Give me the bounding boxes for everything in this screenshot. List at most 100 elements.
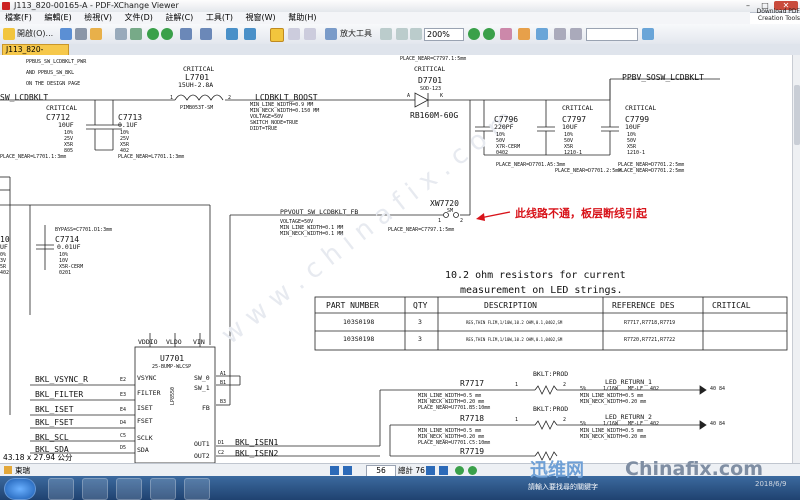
save-icon[interactable] — [60, 28, 72, 40]
pencil-icon[interactable] — [554, 28, 566, 40]
menu-edit[interactable]: 編輯(E) — [39, 12, 76, 24]
u7701-num-d5: D5 — [120, 445, 127, 451]
d7701-package: SOD-123 — [420, 86, 442, 92]
print-icon[interactable] — [75, 28, 87, 40]
pdf-page[interactable]: w w w . c h i n a f i x . c o m PPBUS_SW… — [0, 55, 792, 463]
fit-page-icon[interactable] — [396, 28, 408, 40]
actual-size-icon[interactable] — [380, 28, 392, 40]
r7718-prod: BKLT:PROD — [533, 405, 569, 413]
u7701-ref: U7701 — [160, 354, 185, 363]
u7701-pin-sclk: SCLK — [137, 434, 153, 442]
c-left-spec-4: 402 — [0, 270, 10, 276]
r7717-pin1: 1 — [515, 382, 519, 388]
u7701-package: 25-BUMP-WLCSP — [152, 364, 192, 370]
table-row-1-part: 103S0198 — [343, 318, 375, 326]
last-page-icon[interactable] — [439, 466, 448, 475]
c7797-spec-4: 1210-1 — [564, 150, 583, 156]
scan-icon[interactable] — [115, 28, 127, 40]
r7718-spec-1: 5% — [580, 421, 587, 427]
c7712-value: 10UF — [58, 121, 74, 129]
next-page-icon[interactable] — [426, 466, 435, 475]
place-near-l-left: PLACE_NEAR=L7701.1:3mm — [0, 154, 67, 160]
history-forward-icon[interactable] — [468, 466, 477, 475]
search-icon[interactable] — [642, 28, 654, 40]
menu-bar: 檔案(F) 編輯(E) 檢視(V) 文件(D) 註解(C) 工具(T) 視窗(W… — [0, 12, 750, 24]
stamp-icon[interactable] — [570, 28, 582, 40]
select-text-icon[interactable] — [288, 28, 300, 40]
table-row-1-qty: 3 — [418, 318, 422, 326]
xw7720-pin1: 1 — [438, 218, 442, 224]
watermark-en: Chinafix.com — [625, 458, 764, 480]
email-icon[interactable] — [90, 28, 102, 40]
d7701-value: RB160M-60G — [410, 111, 459, 120]
u7701-pin-fset: FSET — [137, 417, 153, 425]
rotate-icon[interactable] — [226, 28, 238, 40]
redo-icon[interactable] — [200, 28, 212, 40]
r7718-pin1: 1 — [515, 417, 519, 423]
search-input[interactable] — [586, 28, 638, 41]
menu-file[interactable]: 檔案(F) — [0, 12, 37, 24]
u7701-pin-vin: VIN — [193, 338, 205, 346]
bookmark-icon[interactable] — [4, 466, 12, 474]
r7718-spec-2: 1/16W — [603, 421, 619, 427]
vertical-scrollbar[interactable] — [792, 55, 800, 463]
link-icon[interactable] — [536, 28, 548, 40]
menu-tools[interactable]: 工具(T) — [201, 12, 238, 24]
zoom-select[interactable]: 200% — [424, 28, 464, 41]
toolbar: 開啟(O)... 放大工具 200% — [0, 24, 800, 45]
fit-width-icon[interactable] — [410, 28, 422, 40]
menu-document[interactable]: 文件(D) — [120, 12, 158, 24]
u7701-num-e3: E3 — [120, 392, 127, 398]
u7701-num-d4: D4 — [120, 420, 127, 426]
menu-help[interactable]: 幫助(H) — [283, 12, 321, 24]
typewriter-icon[interactable] — [518, 28, 530, 40]
u7701-pin-vldo: VLDO — [166, 338, 182, 346]
menu-view[interactable]: 檢視(V) — [79, 12, 117, 24]
scrollbar-thumb[interactable] — [794, 85, 800, 145]
pdf-viewer-icon[interactable] — [184, 478, 210, 500]
history-back-icon[interactable] — [455, 466, 464, 475]
boost-prop-5: DIDT=TRUE — [250, 126, 278, 132]
open-button[interactable]: 開啟(O)... — [17, 27, 53, 41]
zoom-plus-icon[interactable] — [483, 28, 495, 40]
net-bkl-vsync-r: BKL_VSYNC_R — [35, 375, 88, 384]
first-page-icon[interactable] — [330, 466, 339, 475]
table-row-2-qty: 3 — [418, 335, 422, 343]
led1-pins: 40 84 — [710, 386, 726, 392]
ie-icon[interactable] — [48, 478, 74, 500]
menu-comments[interactable]: 註解(C) — [160, 12, 198, 24]
media-icon[interactable] — [116, 478, 142, 500]
net-ppbv: PPBV_SOSW_LCDBKLT — [622, 73, 704, 82]
folder-open-icon[interactable] — [3, 28, 15, 40]
r7718-prop-3: PLACE_NEAR=U7701.C5:10mm — [418, 440, 491, 446]
net-bkl-scl: BKL_SCL — [35, 433, 69, 442]
export-icon[interactable] — [130, 28, 142, 40]
u7701-pin-filter: FILTER — [137, 389, 161, 397]
d7701-ref: D7701 — [418, 76, 443, 85]
zoom-in-icon[interactable] — [325, 28, 337, 40]
u7701-num-c5: C5 — [120, 433, 127, 439]
menu-window[interactable]: 視窗(W) — [241, 12, 281, 24]
rotate-ccw-icon[interactable] — [244, 28, 256, 40]
zoom-tool-button[interactable]: 放大工具 — [340, 27, 372, 41]
hand-tool-icon[interactable] — [270, 28, 284, 42]
forward-icon[interactable] — [161, 28, 173, 40]
undo-icon[interactable] — [180, 28, 192, 40]
comment-icon[interactable] — [500, 28, 512, 40]
r7717-spec-1: 5% — [580, 386, 587, 392]
prev-page-icon[interactable] — [343, 466, 352, 475]
start-button[interactable] — [4, 478, 36, 500]
l7701-critical: CRITICAL — [183, 65, 215, 73]
table-header-qty: QTY — [413, 301, 428, 310]
place-near-d-3: PLACE_NEAR=D7701.2:5mm — [618, 168, 685, 174]
snapshot-icon[interactable] — [304, 28, 316, 40]
zoom-out-icon[interactable] — [468, 28, 480, 40]
explorer-icon[interactable] — [82, 478, 108, 500]
chinafix-watermark: 迅维网 Chinafix.com 2018/6/9 — [525, 450, 800, 490]
shuffle-icon[interactable] — [150, 478, 176, 500]
u7701-num-b3: B3 — [220, 399, 227, 405]
back-icon[interactable] — [147, 28, 159, 40]
place-near-fb: PLACE_NEAR=C7797.1:5mm — [388, 227, 455, 233]
u7701-num-c2: C2 — [218, 450, 225, 456]
c7714-spec-4: 0201 — [59, 270, 72, 276]
